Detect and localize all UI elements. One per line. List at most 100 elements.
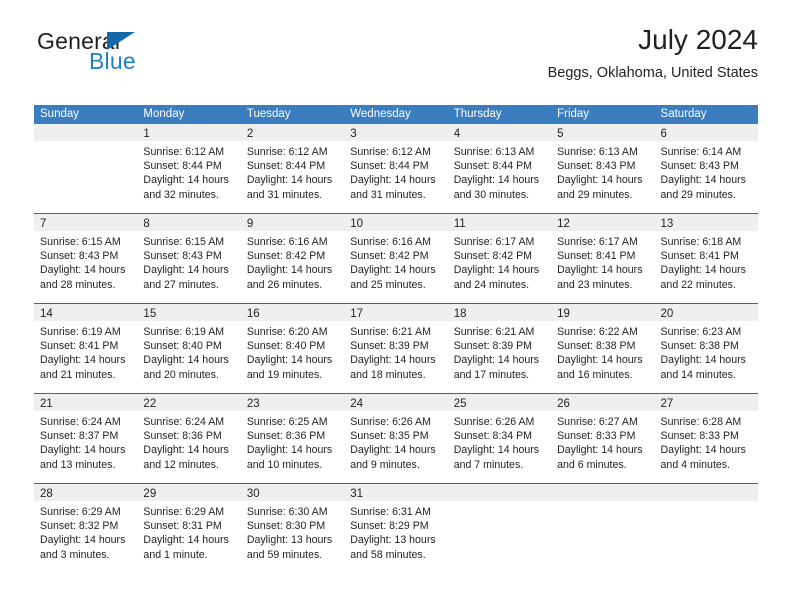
day-cell-21[interactable]: 21 Sunrise: 6:24 AM Sunset: 8:37 PM Dayligh… <box>34 394 138 483</box>
day-details: Sunrise: 6:18 AM Sunset: 8:41 PM Daylight:… <box>655 231 758 292</box>
day-details: Sunrise: 6:21 AM Sunset: 8:39 PM Daylight:… <box>448 321 551 382</box>
sunrise-text: Sunrise: 6:13 AM <box>453 146 535 158</box>
day-details: Sunrise: 6:29 AM Sunset: 8:32 PM Daylight:… <box>34 501 137 562</box>
day-cell-3[interactable]: 3 Sunrise: 6:12 AM Sunset: 8:44 PM Daylight… <box>344 124 448 213</box>
sunset-text: Sunset: 8:36 PM <box>246 430 326 443</box>
sunrise-text: Sunrise: 6:24 AM <box>40 416 121 428</box>
sunset-text: Sunset: 8:35 PM <box>350 430 429 443</box>
day-details: Sunrise: 6:16 AM Sunset: 8:42 PM Daylight:… <box>241 231 344 292</box>
day-cell-23[interactable]: 23 Sunrise: 6:25 AM Sunset: 8:36 PM Dayligh… <box>240 394 345 483</box>
day-number-strip: 25 <box>447 394 552 411</box>
day-details: Sunrise: 6:15 AM Sunset: 8:43 PM Daylight:… <box>34 231 137 292</box>
day-number-strip: 20 <box>654 304 758 321</box>
day-number: 18 <box>453 308 467 320</box>
day-details: Sunrise: 6:24 AM Sunset: 8:36 PM Daylight:… <box>137 411 240 472</box>
day-details: Sunrise: 6:17 AM Sunset: 8:42 PM Daylight:… <box>448 231 551 292</box>
daylight-text-cont: and 10 minutes. <box>246 458 323 471</box>
sunrise-text: Sunrise: 6:12 AM <box>246 146 328 158</box>
day-cell-26[interactable]: 26 Sunrise: 6:27 AM Sunset: 8:33 PM Dayligh… <box>551 394 655 483</box>
day-number: 28 <box>40 488 53 500</box>
calendar-page: General Blue July 2024 Beggs, Oklahoma, … <box>0 0 792 612</box>
day-number: 22 <box>143 398 157 410</box>
sunset-text: Sunset: 8:33 PM <box>660 430 739 443</box>
day-cell-25[interactable]: 25 Sunrise: 6:26 AM Sunset: 8:34 PM Dayligh… <box>447 394 552 483</box>
day-cell-28[interactable]: 28 Sunrise: 6:29 AM Sunset: 8:32 PM Dayligh… <box>34 484 138 573</box>
day-cell-10[interactable]: 10 Sunrise: 6:16 AM Sunset: 8:42 PM Dayligh… <box>344 214 448 303</box>
day-details: Sunrise: 6:12 AM Sunset: 8:44 PM Daylight:… <box>344 141 447 202</box>
day-cell-11[interactable]: 11 Sunrise: 6:17 AM Sunset: 8:42 PM Dayligh… <box>447 214 552 303</box>
day-number: 14 <box>40 308 53 320</box>
day-number-strip: 10 <box>344 214 448 231</box>
day-number-strip: 27 <box>654 394 758 411</box>
day-cell-27[interactable]: 27 Sunrise: 6:28 AM Sunset: 8:33 PM Dayligh… <box>654 394 758 483</box>
day-number: 15 <box>143 308 157 320</box>
calendar-grid: Sunday Monday Tuesday Wednesday Thursday Frid… <box>34 105 758 573</box>
sunrise-text: Sunrise: 6:22 AM <box>557 326 638 338</box>
day-number-strip: 11 <box>447 214 552 231</box>
day-cell-5[interactable]: 5 Sunrise: 6:13 AM Sunset: 8:43 PM Daylight… <box>551 124 655 213</box>
day-cell-6[interactable]: 6 Sunrise: 6:14 AM Sunset: 8:43 PM Daylight… <box>654 124 758 213</box>
sunrise-text: Sunrise: 6:15 AM <box>40 236 121 248</box>
day-number: 16 <box>246 308 260 320</box>
sunrise-text: Sunrise: 6:13 AM <box>557 146 638 158</box>
day-cell-19[interactable]: 19 Sunrise: 6:22 AM Sunset: 8:38 PM Dayligh… <box>551 304 655 393</box>
day-number-strip: 15 <box>137 304 241 321</box>
daylight-text: Daylight: 14 hours <box>246 444 333 457</box>
day-cell-24[interactable]: 24 Sunrise: 6:26 AM Sunset: 8:35 PM Dayligh… <box>344 394 448 483</box>
daylight-text-cont: and 29 minutes. <box>660 188 736 201</box>
day-cell-22[interactable]: 22 Sunrise: 6:24 AM Sunset: 8:36 PM Dayligh… <box>137 394 241 483</box>
day-cell-30[interactable]: 30 Sunrise: 6:30 AM Sunset: 8:30 PM Dayligh… <box>240 484 345 573</box>
day-cell-20[interactable]: 20 Sunrise: 6:23 AM Sunset: 8:38 PM Dayligh… <box>654 304 758 393</box>
day-cell-1[interactable]: 1 Sunrise: 6:12 AM Sunset: 8:44 PM Daylight… <box>137 124 241 213</box>
daylight-text: Daylight: 14 hours <box>350 354 436 367</box>
sunrise-text: Sunrise: 6:25 AM <box>246 416 328 428</box>
logo-text-blue: Blue <box>89 48 136 74</box>
sunrise-text: Sunrise: 6:29 AM <box>143 506 225 518</box>
day-cell-31[interactable]: 31 Sunrise: 6:31 AM Sunset: 8:29 PM Dayligh… <box>344 484 448 573</box>
day-number: 13 <box>660 218 674 230</box>
day-cell-15[interactable]: 15 Sunrise: 6:19 AM Sunset: 8:40 PM Dayligh… <box>137 304 241 393</box>
day-number: 19 <box>557 308 570 320</box>
sunrise-text: Sunrise: 6:12 AM <box>350 146 431 158</box>
daylight-text-cont: and 7 minutes. <box>453 458 524 471</box>
day-cell-14[interactable]: 14 Sunrise: 6:19 AM Sunset: 8:41 PM Dayligh… <box>34 304 138 393</box>
day-details: Sunrise: 6:24 AM Sunset: 8:37 PM Daylight:… <box>34 411 137 472</box>
day-number: 21 <box>40 398 53 410</box>
day-number-strip <box>447 484 552 501</box>
day-number-strip: 9 <box>240 214 345 231</box>
day-number: 25 <box>453 398 467 410</box>
day-cell-17[interactable]: 17 Sunrise: 6:21 AM Sunset: 8:39 PM Dayligh… <box>344 304 448 393</box>
day-number-strip: 31 <box>344 484 448 501</box>
daylight-text: Daylight: 14 hours <box>246 174 333 187</box>
daylight-text: Daylight: 14 hours <box>246 264 333 277</box>
day-number: 11 <box>453 218 466 230</box>
day-details: Sunrise: 6:25 AM Sunset: 8:36 PM Daylight:… <box>241 411 344 472</box>
day-number: 20 <box>660 308 674 320</box>
sunrise-text: Sunrise: 6:26 AM <box>350 416 431 428</box>
day-details: Sunrise: 6:27 AM Sunset: 8:33 PM Daylight:… <box>551 411 654 472</box>
sunrise-text: Sunrise: 6:18 AM <box>660 236 742 248</box>
day-cell-29[interactable]: 29 Sunrise: 6:29 AM Sunset: 8:31 PM Dayligh… <box>137 484 241 573</box>
day-number: 9 <box>246 218 254 230</box>
day-number-strip: 23 <box>240 394 345 411</box>
day-details: Sunrise: 6:17 AM Sunset: 8:41 PM Daylight:… <box>551 231 654 292</box>
day-number: 5 <box>557 128 564 140</box>
daylight-text-cont: and 26 minutes. <box>246 278 323 291</box>
day-number-strip: 22 <box>137 394 241 411</box>
day-cell-2[interactable]: 2 Sunrise: 6:12 AM Sunset: 8:44 PM Daylight… <box>240 124 345 213</box>
daylight-text-cont: and 16 minutes. <box>557 368 633 381</box>
day-cell-8[interactable]: 8 Sunrise: 6:15 AM Sunset: 8:43 PM Daylight… <box>137 214 241 303</box>
day-cell-18[interactable]: 18 Sunrise: 6:21 AM Sunset: 8:39 PM Dayligh… <box>447 304 552 393</box>
day-cell-4[interactable]: 4 Sunrise: 6:13 AM Sunset: 8:44 PM Daylight… <box>447 124 552 213</box>
sunset-text: Sunset: 8:44 PM <box>246 160 326 173</box>
day-cell-9[interactable]: 9 Sunrise: 6:16 AM Sunset: 8:42 PM Daylight… <box>240 214 345 303</box>
day-cell-12[interactable]: 12 Sunrise: 6:17 AM Sunset: 8:41 PM Dayligh… <box>551 214 655 303</box>
daylight-text-cont: and 25 minutes. <box>350 278 426 291</box>
sunrise-text: Sunrise: 6:16 AM <box>246 236 328 248</box>
sunset-text: Sunset: 8:41 PM <box>660 250 739 263</box>
day-cell-13[interactable]: 13 Sunrise: 6:18 AM Sunset: 8:41 PM Dayligh… <box>654 214 758 303</box>
day-cell-7[interactable]: 7 Sunrise: 6:15 AM Sunset: 8:43 PM Daylight… <box>34 214 138 303</box>
day-number-strip: 24 <box>344 394 448 411</box>
day-cell-16[interactable]: 16 Sunrise: 6:20 AM Sunset: 8:40 PM Dayligh… <box>240 304 345 393</box>
day-number-strip <box>654 484 758 501</box>
